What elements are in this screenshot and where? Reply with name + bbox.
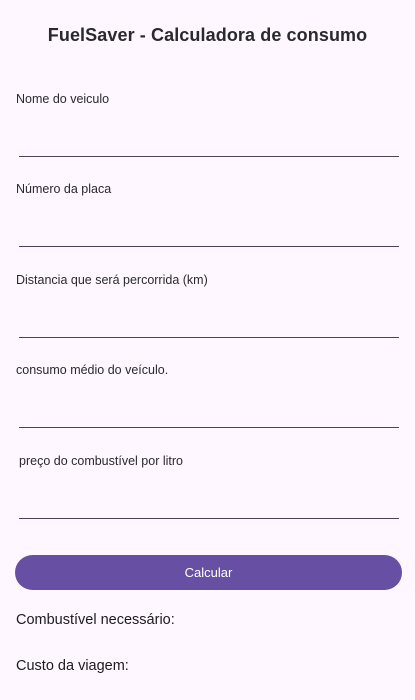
vehicle-name-field: Nome do veiculo [0, 92, 415, 162]
fuel-needed-label: Combustível necessário: [16, 612, 175, 628]
app-title: FuelSaver - Calculadora de consumo [47, 25, 368, 45]
distance-label: Distancia que será percorrida (km) [16, 273, 208, 287]
consumption-input[interactable] [19, 403, 399, 428]
fuel-price-label: preço do combustível por litro [19, 454, 183, 468]
consumption-field: consumo médio do veículo. [0, 363, 415, 433]
plate-field: Número da placa [0, 182, 415, 252]
fuel-price-input[interactable] [19, 494, 399, 519]
consumption-label: consumo médio do veículo. [16, 363, 169, 377]
fuel-price-field: preço do combustível por litro [0, 454, 415, 524]
vehicle-name-input[interactable] [19, 132, 399, 157]
distance-input[interactable] [19, 313, 399, 338]
distance-field: Distancia que será percorrida (km) [0, 273, 415, 343]
trip-cost-label: Custo da viagem: [16, 658, 129, 674]
calculate-button[interactable]: Calcular [15, 555, 402, 590]
plate-label: Número da placa [16, 182, 112, 196]
plate-input[interactable] [19, 222, 399, 247]
vehicle-name-label: Nome do veiculo [16, 92, 110, 106]
